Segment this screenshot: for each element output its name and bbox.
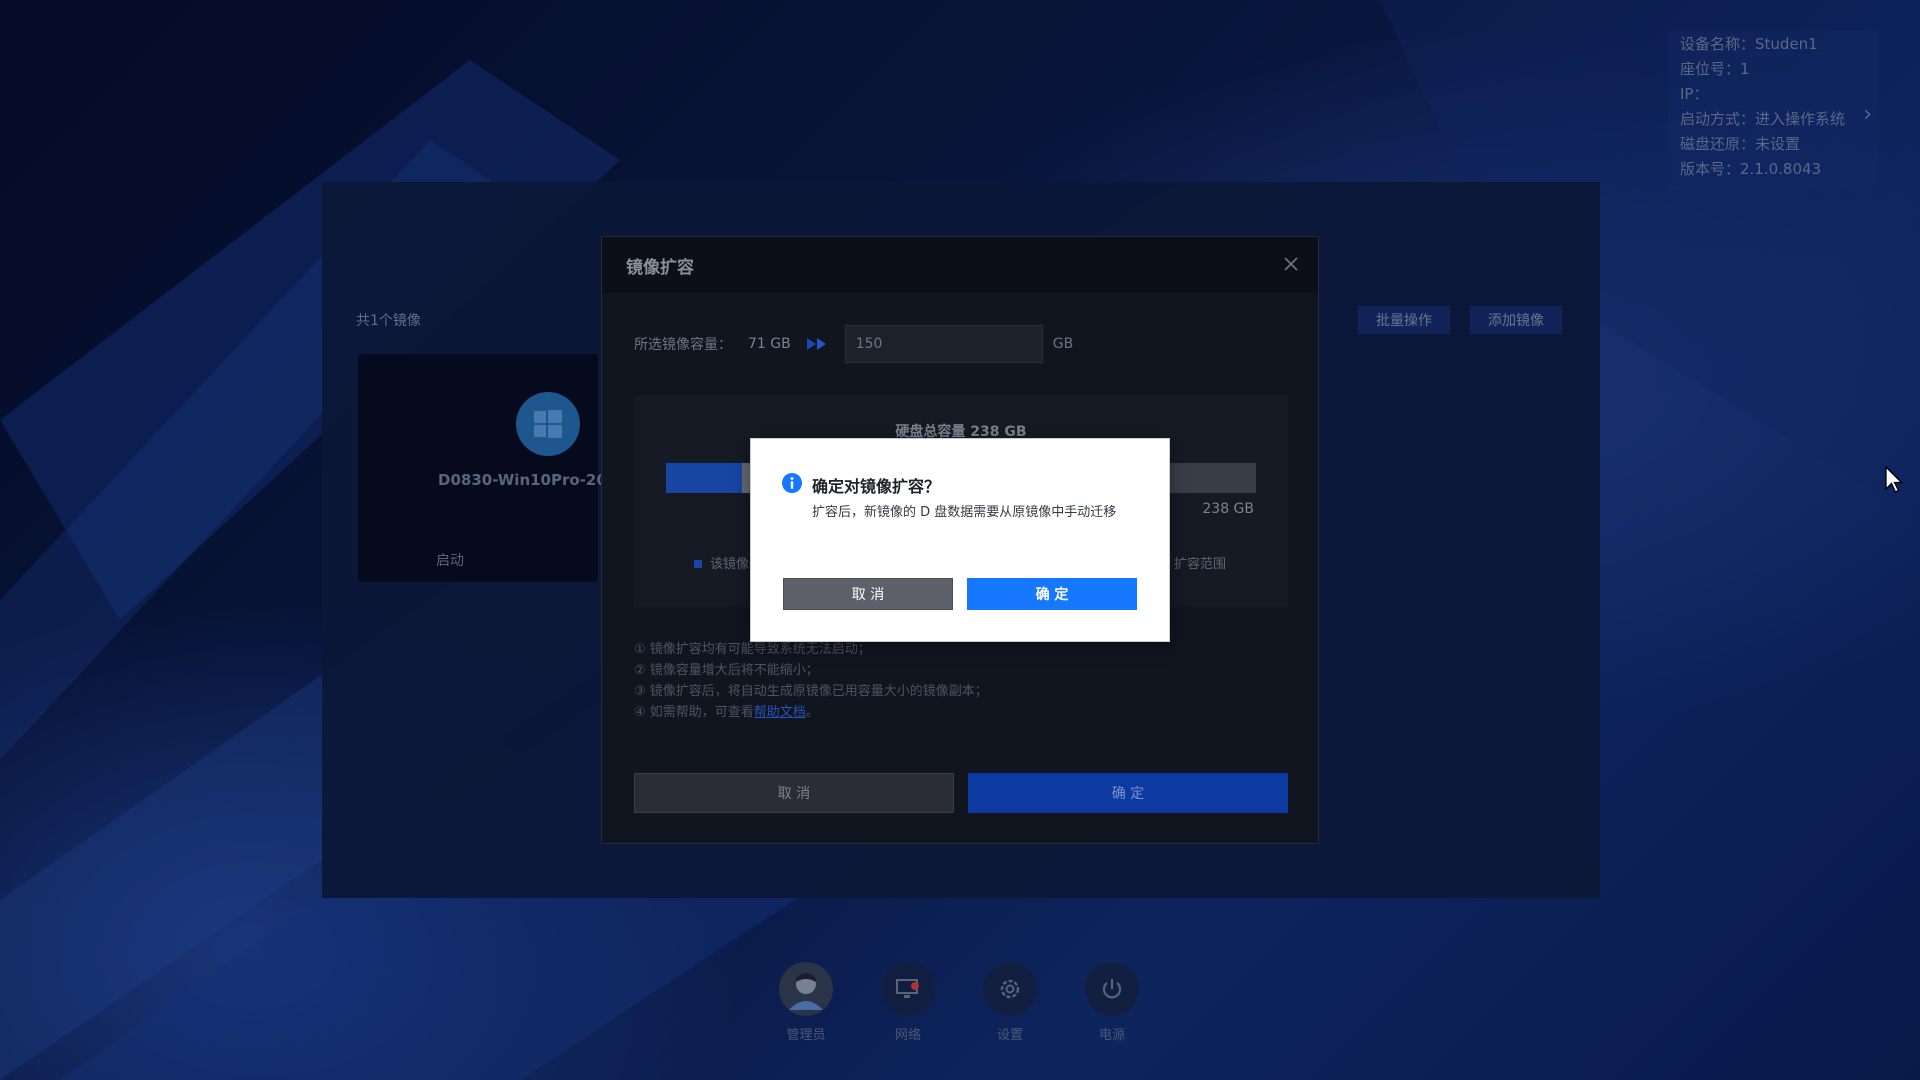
dock-item-power[interactable]: 电源 <box>1067 962 1157 1043</box>
version: 版本号：2.1.0.8043 <box>1680 160 1822 178</box>
image-name: D0830-Win10Pro-202 <box>438 471 618 489</box>
dock-label: 网络 <box>894 1028 921 1043</box>
note-item: ② 镜像容量增大后将不能缩小； <box>634 663 819 678</box>
image-count: 共1个镜像 <box>356 313 421 329</box>
chevron-right-icon[interactable]: › <box>1863 102 1872 127</box>
start-button[interactable]: 启动 <box>436 550 464 570</box>
capacity-label: 所选镜像容量： <box>634 337 732 353</box>
dialog-header: 镜像扩容 <box>602 237 1318 293</box>
batch-operation-button[interactable]: 批量操作 <box>1358 306 1450 334</box>
power-icon <box>1085 962 1139 1016</box>
dialog-title: 镜像扩容 <box>626 258 694 278</box>
current-capacity: 71 GB <box>748 336 791 352</box>
add-image-button[interactable]: 添加镜像 <box>1470 306 1562 334</box>
gear-icon <box>983 962 1037 1016</box>
seat-number: 座位号：1 <box>1680 60 1750 78</box>
dock-item-network[interactable]: 网络 <box>863 962 953 1043</box>
admin-avatar-icon <box>779 962 833 1016</box>
note-item: ① 镜像扩容均有可能导致系统无法启动； <box>634 642 871 657</box>
close-icon[interactable] <box>1280 253 1302 275</box>
boot-mode: 启动方式：进入操作系统 <box>1680 110 1846 128</box>
legend-expand-range: 扩容范围 <box>1173 557 1226 572</box>
dock-item-settings[interactable]: 设置 <box>965 962 1055 1043</box>
note-item: ③ 镜像扩容后，将自动生成原镜像已用容量大小的镜像副本； <box>634 684 988 699</box>
note-prefix: ④ 如需帮助，可查看 <box>634 705 754 720</box>
ip-address: IP： <box>1680 85 1709 103</box>
capacity-row: 所选镜像容量： 71 GB GB <box>634 325 1073 363</box>
confirm-ok-button[interactable]: 确 定 <box>967 578 1137 610</box>
confirm-expand-dialog: 确定对镜像扩容？ 扩容后，新镜像的 D 盘数据需要从原镜像中手动迁移 取 消 确… <box>750 438 1170 642</box>
legend-current-label: 该镜像 <box>710 557 750 572</box>
mouse-cursor-icon <box>1885 465 1904 493</box>
capacity-unit: GB <box>1052 336 1074 352</box>
note-suffix: 。 <box>805 705 819 720</box>
cancel-button[interactable]: 取 消 <box>634 773 954 813</box>
dock-item-admin[interactable]: 管理员 <box>761 962 851 1043</box>
notes-list: ① 镜像扩容均有可能导致系统无法启动； ② 镜像容量增大后将不能缩小； ③ 镜像… <box>634 639 988 723</box>
note-item: ④ 如需帮助，可查看帮助文档。 <box>634 702 988 723</box>
device-name: 设备名称：Studen1 <box>1680 35 1818 53</box>
disk-restore: 磁盘还原：未设置 <box>1680 135 1801 153</box>
confirm-cancel-button[interactable]: 取 消 <box>783 578 953 610</box>
network-icon <box>881 962 935 1016</box>
disk-max-label: 238 GB <box>1202 501 1254 517</box>
double-arrow-icon <box>806 338 826 350</box>
image-card[interactable]: D0830-Win10Pro-202 启动 <box>358 354 617 582</box>
info-icon <box>782 473 802 493</box>
legend-current-image: 该镜像 <box>694 553 749 572</box>
legend-swatch <box>694 560 702 568</box>
dock-label: 电源 <box>1098 1028 1125 1043</box>
windows-icon <box>516 392 580 456</box>
confirm-button[interactable]: 确 定 <box>968 773 1288 813</box>
help-doc-link[interactable]: 帮助文档 <box>754 705 806 720</box>
confirm-title: 确定对镜像扩容？ <box>812 477 941 496</box>
used-capacity-segment <box>666 463 742 493</box>
confirm-message: 扩容后，新镜像的 D 盘数据需要从原镜像中手动迁移 <box>812 505 1117 520</box>
dock-label: 设置 <box>996 1028 1023 1043</box>
dock-label: 管理员 <box>786 1028 826 1043</box>
device-info-panel: 设备名称：Studen1 座位号：1 IP： 启动方式：进入操作系统 磁盘还原：… <box>1668 30 1878 190</box>
capacity-input[interactable] <box>844 325 1043 363</box>
